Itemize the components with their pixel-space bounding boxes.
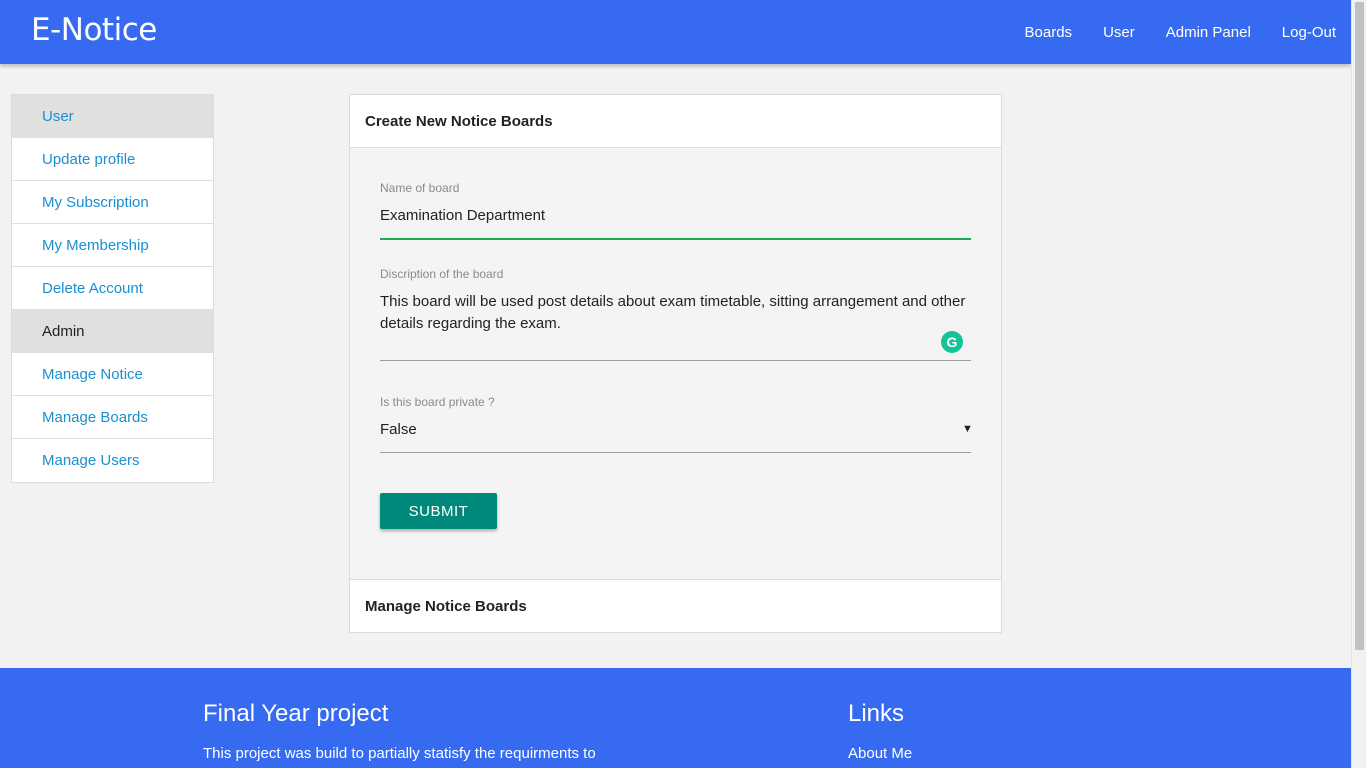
private-select[interactable]: False — [380, 421, 417, 438]
sidebar: User Update profile My Subscription My M… — [11, 94, 214, 483]
footer-project-text: This project was build to partially stat… — [203, 745, 596, 762]
dropdown-arrow-icon[interactable]: ▼ — [962, 423, 973, 435]
nav-user-link[interactable]: User — [1103, 24, 1135, 41]
card-title[interactable]: Create New Notice Boards — [350, 95, 1001, 148]
sidebar-item-manage-users[interactable]: Manage Users — [12, 439, 213, 482]
nav-admin-panel-link[interactable]: Admin Panel — [1166, 24, 1251, 41]
grammarly-icon[interactable]: G — [941, 331, 963, 353]
sidebar-item-manage-notice[interactable]: Manage Notice — [12, 353, 213, 396]
nav-boards-link[interactable]: Boards — [1025, 24, 1073, 41]
name-field-label: Name of board — [380, 181, 460, 195]
scrollbar-thumb[interactable] — [1355, 2, 1364, 650]
top-navbar: E-Notice Boards User Admin Panel Log-Out — [0, 0, 1351, 64]
sidebar-item-admin: Admin — [12, 310, 213, 353]
nav-logout-link[interactable]: Log-Out — [1282, 24, 1336, 41]
footer-about-link[interactable]: About Me — [848, 745, 912, 762]
description-field-underline — [380, 360, 971, 361]
description-field[interactable]: This board will be used post details abo… — [380, 291, 980, 335]
create-board-card: Create New Notice Boards Name of board E… — [349, 94, 1002, 633]
sidebar-item-my-membership[interactable]: My Membership — [12, 224, 213, 267]
sidebar-item-manage-boards[interactable]: Manage Boards — [12, 396, 213, 439]
manage-boards-header[interactable]: Manage Notice Boards — [350, 579, 1001, 632]
sidebar-item-user[interactable]: User — [12, 95, 213, 138]
footer-links-title: Links — [848, 700, 905, 727]
sidebar-item-delete-account[interactable]: Delete Account — [12, 267, 213, 310]
page-footer: Final Year project This project was buil… — [0, 668, 1351, 768]
submit-button[interactable]: SUBMIT — [380, 493, 497, 529]
footer-project-title: Final Year project — [203, 700, 389, 727]
private-select-label: Is this board private ? — [380, 395, 495, 409]
private-select-underline — [380, 452, 971, 453]
page-scrollbar[interactable] — [1351, 0, 1366, 768]
name-field-underline — [380, 238, 971, 240]
nav-links: Boards User Admin Panel Log-Out — [994, 0, 1336, 64]
brand-logo[interactable]: E-Notice — [31, 12, 157, 48]
sidebar-item-my-subscription[interactable]: My Subscription — [12, 181, 213, 224]
description-field-label: Discription of the board — [380, 267, 504, 281]
name-field[interactable]: Examination Department — [380, 207, 545, 224]
sidebar-item-update-profile[interactable]: Update profile — [12, 138, 213, 181]
